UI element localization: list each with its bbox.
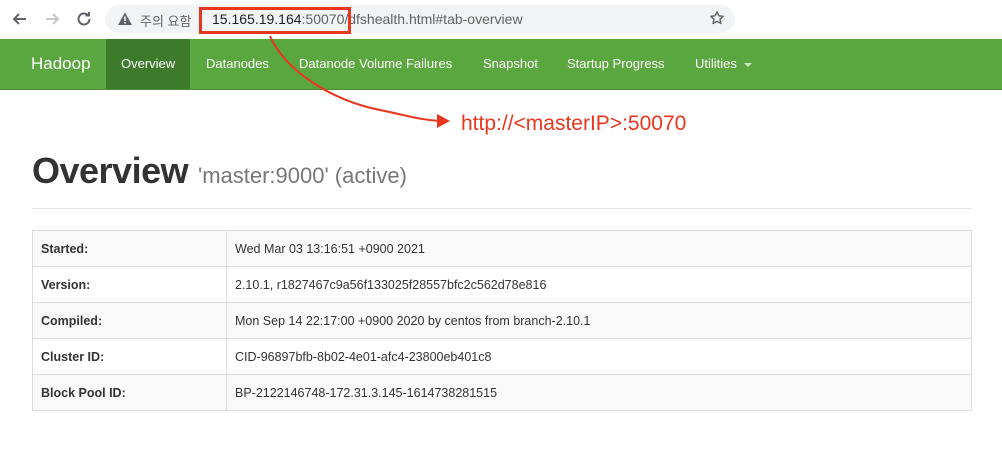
- table-row: Started: Wed Mar 03 13:16:51 +0900 2021: [32, 230, 972, 267]
- row-label: Block Pool ID:: [32, 374, 227, 411]
- table-row: Compiled: Mon Sep 14 22:17:00 +0900 2020…: [32, 302, 972, 339]
- table-row: Version: 2.10.1, r1827467c9a56f133025f28…: [32, 266, 972, 303]
- row-value: Wed Mar 03 13:16:51 +0900 2021: [226, 230, 972, 267]
- row-label: Version:: [32, 266, 227, 303]
- page-subtitle: 'master:9000' (active): [198, 163, 407, 188]
- table-row: Block Pool ID: BP-2122146748-172.31.3.14…: [32, 374, 972, 411]
- overview-info-table: Started: Wed Mar 03 13:16:51 +0900 2021 …: [32, 230, 972, 411]
- row-label: Started:: [32, 230, 227, 267]
- row-label: Compiled:: [32, 302, 227, 339]
- header-divider: [32, 208, 972, 209]
- table-row: Cluster ID: CID-96897bfb-8b02-4e01-afc4-…: [32, 338, 972, 375]
- row-value: 2.10.1, r1827467c9a56f133025f28557bfc2c5…: [226, 266, 972, 303]
- row-value: Mon Sep 14 22:17:00 +0900 2020 by centos…: [226, 302, 972, 339]
- row-value: CID-96897bfb-8b02-4e01-afc4-23800eb401c8: [226, 338, 972, 375]
- row-label: Cluster ID:: [32, 338, 227, 375]
- annotation-url-hint: http://<masterIP>:50070: [461, 112, 687, 135]
- page-title: Overview: [32, 150, 189, 191]
- row-value: BP-2122146748-172.31.3.145-1614738281515: [226, 374, 972, 411]
